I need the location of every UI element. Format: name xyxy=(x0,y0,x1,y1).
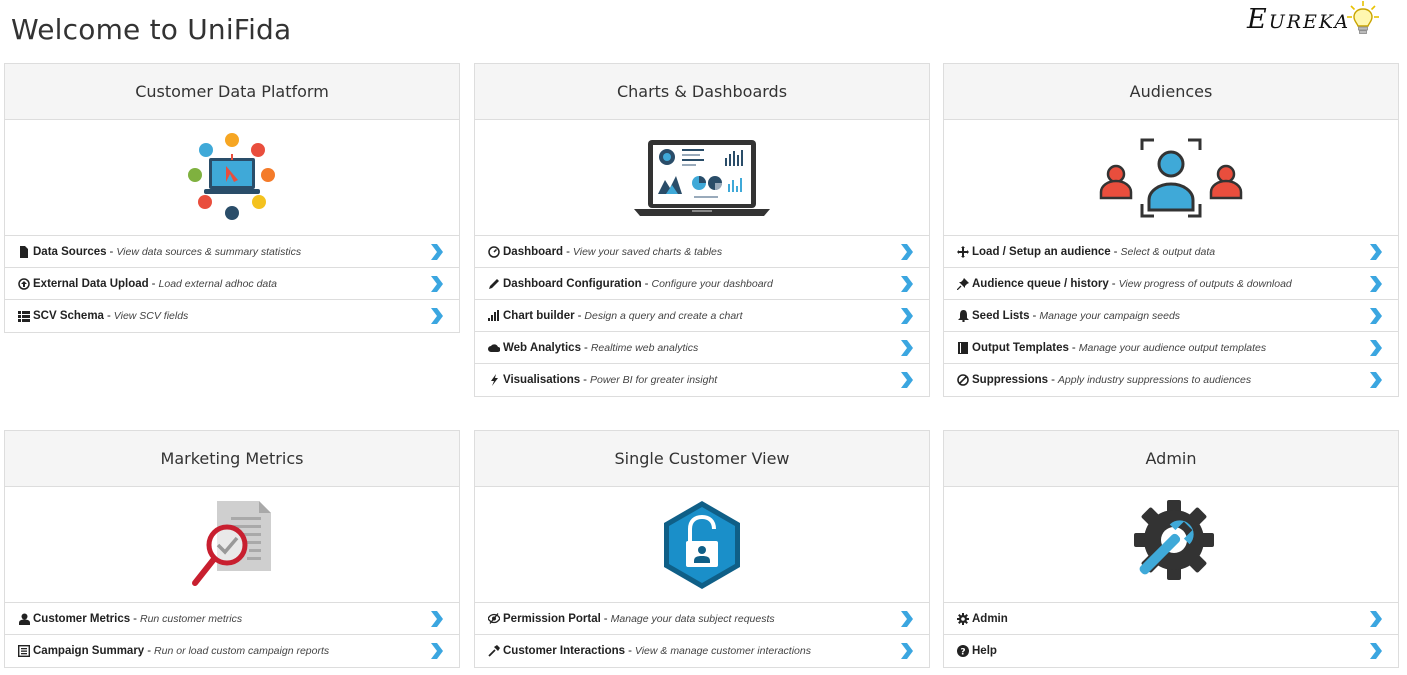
cog-icon xyxy=(957,612,969,625)
panel-title: Charts & Dashboards xyxy=(475,64,929,120)
list-item-load-setup-audience[interactable]: Load / Setup an audience - Select & outpu… xyxy=(944,236,1398,268)
dashboard-icon xyxy=(488,245,500,258)
list-item-external-data-upload[interactable]: External Data Upload - Load external adho… xyxy=(5,268,459,300)
chevron-right-icon[interactable] xyxy=(429,308,443,324)
list-item-customer-interactions[interactable]: Customer Interactions - View & manage cus… xyxy=(475,635,929,667)
list-alt-icon xyxy=(18,645,30,657)
panel-admin: Admin Admin ? Help xyxy=(943,430,1399,668)
chevron-right-icon[interactable] xyxy=(1368,610,1382,627)
book-icon xyxy=(957,341,969,354)
list-item-campaign-summary[interactable]: Campaign Summary - Run or load custom cam… xyxy=(5,635,459,667)
chevron-right-icon[interactable] xyxy=(899,275,913,292)
chevron-right-icon[interactable] xyxy=(899,339,913,356)
document-magnifier-illustration[interactable] xyxy=(5,487,459,603)
pushpin-icon xyxy=(957,277,969,290)
list-item-chart-builder[interactable]: Chart builder - Design a query and create… xyxy=(475,300,929,332)
panel-title: Single Customer View xyxy=(475,431,929,487)
customer-data-platform-illustration[interactable] xyxy=(5,120,459,236)
list-item-seed-lists[interactable]: Seed Lists - Manage your campaign seeds xyxy=(944,300,1398,332)
panel-audiences: Audiences Load / Setup an audience - Sele… xyxy=(943,63,1399,397)
panel-single-customer-view: Single Customer View Permission Portal - … xyxy=(474,430,930,668)
list-item-scv-schema[interactable]: SCV Schema - View SCV fields xyxy=(5,300,459,332)
list-item-help[interactable]: ? Help xyxy=(944,635,1398,667)
list-item-dashboard-configuration[interactable]: Dashboard Configuration - Configure your … xyxy=(475,268,929,300)
laptop-dashboard-illustration[interactable] xyxy=(475,120,929,236)
panel-customer-data-platform: Customer Data Platform Data Sources - Vie… xyxy=(4,63,460,333)
list-item-customer-metrics[interactable]: Customer Metrics - Run customer metrics xyxy=(5,603,459,635)
list-item-audience-queue-history[interactable]: Audience queue / history - View progress … xyxy=(944,268,1398,300)
panel-title: Audiences xyxy=(944,64,1398,120)
list-item-permission-portal[interactable]: Permission Portal - Manage your data subj… xyxy=(475,603,929,635)
list-item-suppressions[interactable]: Suppressions - Apply industry suppression… xyxy=(944,364,1398,396)
chevron-right-icon[interactable] xyxy=(1368,243,1382,260)
list-item-dashboard[interactable]: Dashboard - View your saved charts & tabl… xyxy=(475,236,929,268)
list-icon xyxy=(18,310,30,322)
chevron-right-icon[interactable] xyxy=(1368,339,1382,356)
signal-icon xyxy=(488,310,500,322)
list-item-web-analytics[interactable]: Web Analytics - Realtime web analytics xyxy=(475,332,929,364)
list-item-admin[interactable]: Admin xyxy=(944,603,1398,635)
chevron-right-icon[interactable] xyxy=(899,643,913,659)
chevron-right-icon[interactable] xyxy=(1368,372,1382,388)
panel-title: Admin xyxy=(944,431,1398,487)
chevron-right-icon[interactable] xyxy=(899,372,913,388)
chevron-right-icon[interactable] xyxy=(1368,643,1382,659)
question-sign-icon: ? xyxy=(957,645,969,657)
panel-charts-dashboards: Charts & Dashboards Dashboard - View your… xyxy=(474,63,930,397)
bell-icon xyxy=(957,309,969,322)
chevron-right-icon[interactable] xyxy=(899,610,913,627)
upload-icon xyxy=(18,277,30,290)
move-icon xyxy=(957,245,969,258)
panel-title: Customer Data Platform xyxy=(5,64,459,120)
user-icon xyxy=(18,613,30,625)
cloud-icon xyxy=(488,342,500,354)
list-item-data-sources[interactable]: Data Sources - View data sources & summar… xyxy=(5,236,459,268)
page-title: Welcome to UniFida xyxy=(11,13,292,46)
tools-icon xyxy=(488,645,500,657)
file-icon xyxy=(18,245,30,258)
eureka-logo: EUREKA xyxy=(1243,0,1383,44)
pencil-icon xyxy=(488,278,500,290)
lightbulb-icon xyxy=(1347,1,1379,34)
chevron-right-icon[interactable] xyxy=(1368,307,1382,324)
ban-icon xyxy=(957,374,969,386)
svg-text:?: ? xyxy=(960,647,965,657)
panel-title: Marketing Metrics xyxy=(5,431,459,487)
chevron-right-icon[interactable] xyxy=(429,643,443,659)
list-item-visualisations[interactable]: Visualisations - Power BI for greater ins… xyxy=(475,364,929,396)
eye-slash-icon xyxy=(488,613,500,625)
unlock-shield-illustration[interactable] xyxy=(475,487,929,603)
gear-wrench-illustration[interactable] xyxy=(944,487,1398,603)
chevron-right-icon[interactable] xyxy=(429,275,443,292)
audience-illustration[interactable] xyxy=(944,120,1398,236)
chevron-right-icon[interactable] xyxy=(429,610,443,627)
chevron-right-icon[interactable] xyxy=(899,243,913,260)
flash-icon xyxy=(488,374,500,386)
chevron-right-icon[interactable] xyxy=(899,307,913,324)
list-item-output-templates[interactable]: Output Templates - Manage your audience o… xyxy=(944,332,1398,364)
chevron-right-icon[interactable] xyxy=(1368,275,1382,292)
panel-marketing-metrics: Marketing Metrics Customer Metrics - Run … xyxy=(4,430,460,668)
chevron-right-icon[interactable] xyxy=(429,243,443,260)
